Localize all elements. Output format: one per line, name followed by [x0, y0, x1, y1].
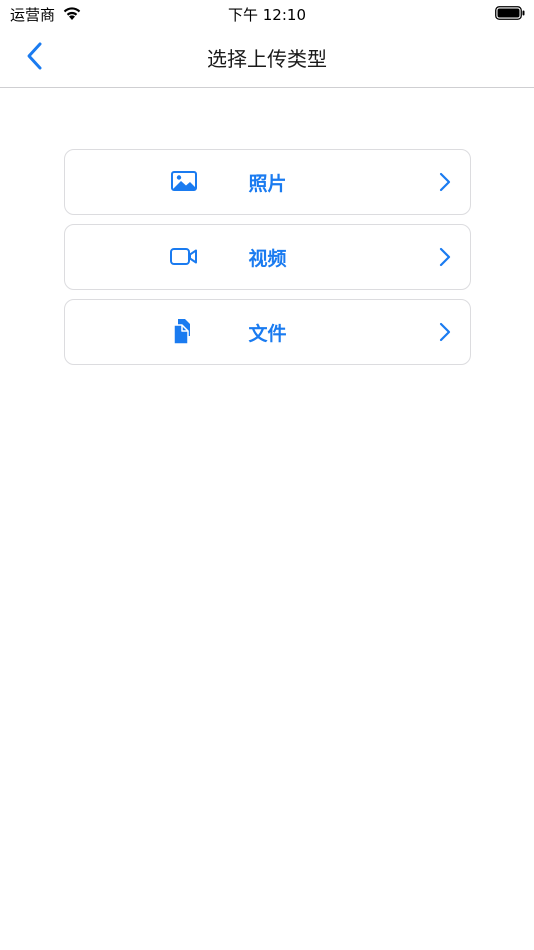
- video-option[interactable]: 视频: [64, 224, 471, 290]
- page-title: 选择上传类型: [207, 47, 327, 71]
- photo-option[interactable]: 照片: [64, 149, 471, 215]
- navigation-bar: 选择上传类型: [0, 28, 534, 88]
- file-option-label: 文件: [248, 323, 287, 345]
- chevron-right-icon: [439, 172, 451, 192]
- photo-option-label: 照片: [248, 173, 287, 195]
- video-option-label: 视频: [248, 248, 287, 270]
- status-time: 下午 12:10: [228, 6, 306, 24]
- chevron-right-icon: [439, 322, 451, 342]
- file-option[interactable]: 文件: [64, 299, 471, 365]
- battery-icon: [495, 6, 525, 20]
- upload-type-screen: 运营商 下午 12:10 选择上传类型 照片 视频 文件: [0, 0, 534, 950]
- upload-option-list: 照片 视频 文件: [64, 149, 471, 374]
- status-bar: 运营商 下午 12:10: [0, 0, 534, 28]
- chevron-right-icon: [439, 247, 451, 267]
